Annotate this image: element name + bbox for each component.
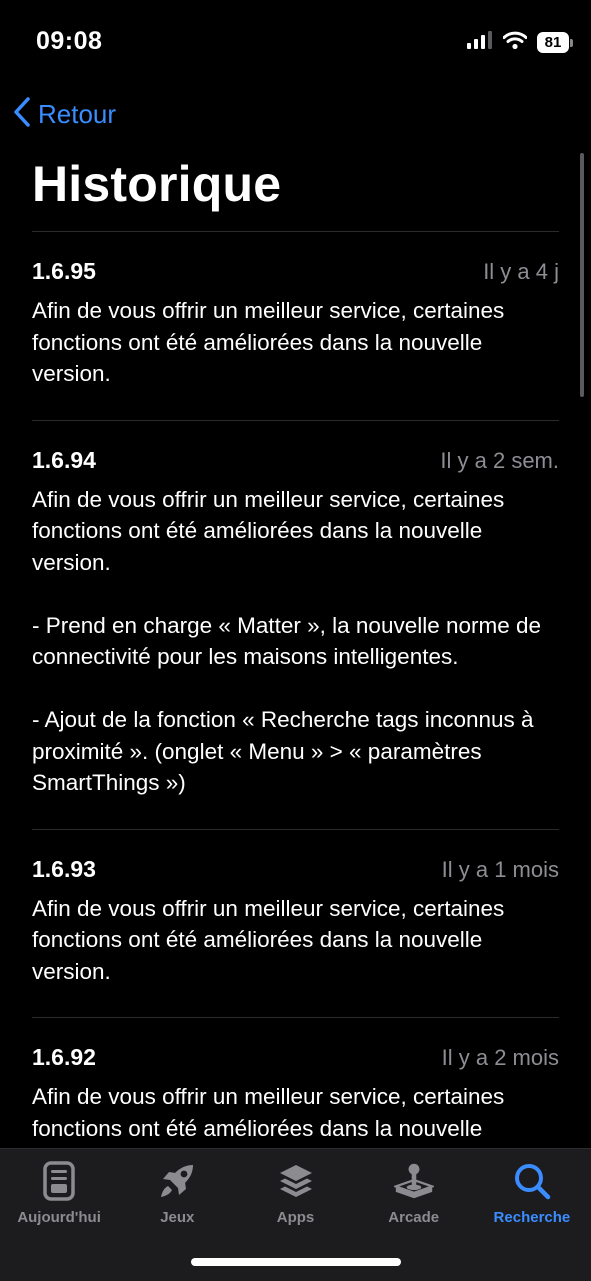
back-button[interactable]: Retour: [12, 94, 116, 134]
status-time: 09:08: [36, 27, 103, 55]
release-notes: Afin de vous offrir un meilleur service,…: [32, 893, 559, 988]
chevron-left-icon: [12, 96, 32, 133]
history-entry: 1.6.94 Il y a 2 sem. Afin de vous offrir…: [32, 421, 559, 830]
status-bar: 09:08 81: [0, 0, 591, 86]
release-date: Il y a 4 j: [483, 259, 559, 284]
release-notes: Afin de vous offrir un meilleur service,…: [32, 295, 559, 390]
tab-label: Apps: [276, 1209, 315, 1226]
scrollbar[interactable]: [580, 153, 584, 397]
release-date: Il y a 2 sem.: [440, 447, 559, 473]
history-entry: 1.6.92 Il y a 2 mois Afin de vous offrir…: [32, 1018, 559, 1149]
release-note-paragraph: Afin de vous offrir un meilleur service,…: [32, 486, 505, 575]
home-indicator[interactable]: [191, 1258, 401, 1266]
rocket-icon: [157, 1161, 197, 1201]
tab-label: Recherche: [493, 1209, 571, 1226]
status-icons: 81: [467, 31, 573, 54]
battery-icon: 81: [537, 32, 573, 53]
history-entry: 1.6.95 Il y a 4 j Afin de vous offrir un…: [32, 232, 559, 421]
tab-today[interactable]: Aujourd'hui: [0, 1149, 118, 1281]
apps-stack-icon: [276, 1161, 316, 1201]
tab-search[interactable]: Recherche: [473, 1149, 591, 1281]
release-note-paragraph: Afin de vous offrir un meilleur service,…: [32, 1084, 505, 1149]
release-note-paragraph: - Prend en charge « Matter », la nouvell…: [32, 612, 542, 670]
cellular-signal-icon: [467, 31, 493, 54]
version-number: 1.6.94: [32, 446, 96, 473]
tab-label: Aujourd'hui: [17, 1209, 101, 1226]
release-note-paragraph: Afin de vous offrir un meilleur service,…: [32, 298, 505, 386]
version-number: 1.6.93: [32, 855, 96, 882]
version-number: 1.6.92: [32, 1044, 96, 1070]
joystick-icon: [393, 1161, 434, 1201]
history-entry: 1.6.93 Il y a 1 mois Afin de vous offrir…: [32, 830, 559, 1018]
search-icon: [512, 1161, 552, 1201]
release-note-paragraph: Afin de vous offrir un meilleur service,…: [32, 895, 505, 984]
wifi-icon: [502, 31, 528, 54]
version-number: 1.6.95: [32, 258, 96, 284]
release-notes: Afin de vous offrir un meilleur service,…: [32, 1081, 559, 1149]
battery-level: 81: [537, 32, 569, 53]
page-title: Historique: [32, 156, 282, 212]
tab-label: Arcade: [388, 1209, 440, 1226]
today-icon: [39, 1161, 79, 1201]
version-history-list[interactable]: 1.6.95 Il y a 4 j Afin de vous offrir un…: [32, 231, 559, 1149]
back-label: Retour: [38, 98, 117, 129]
release-date: Il y a 1 mois: [441, 856, 559, 882]
release-notes: Afin de vous offrir un meilleur service,…: [32, 484, 559, 799]
release-note-paragraph: - Ajout de la fonction « Recherche tags …: [32, 707, 534, 795]
release-date: Il y a 2 mois: [441, 1045, 559, 1070]
tab-label: Jeux: [160, 1209, 195, 1226]
